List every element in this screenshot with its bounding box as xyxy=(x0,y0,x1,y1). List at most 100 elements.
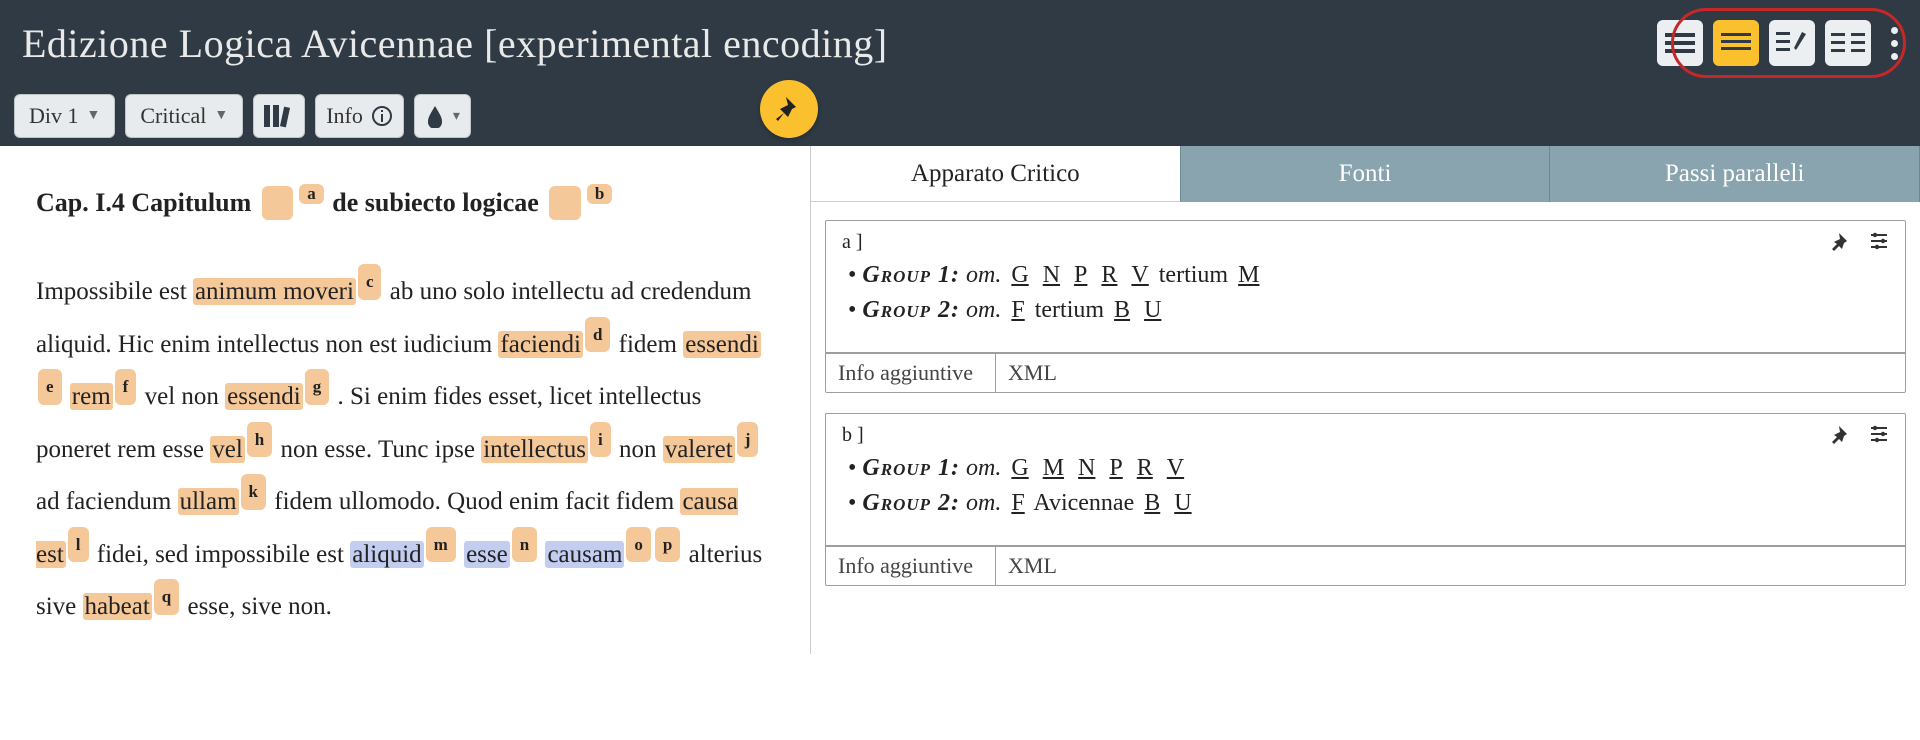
lemma[interactable]: ullam xyxy=(178,488,239,515)
edition-select[interactable]: Critical▼ xyxy=(125,94,243,138)
lemma[interactable]: essendi xyxy=(683,331,761,358)
entry-footer: Info aggiuntiveXML xyxy=(826,352,1905,392)
color-toggle-button[interactable]: ▾ xyxy=(414,94,471,138)
books-icon xyxy=(264,103,294,129)
app-header: Edizione Logica Avicennae [experimental … xyxy=(0,0,1920,86)
witness-link[interactable]: V xyxy=(1131,262,1148,288)
witness-link[interactable]: N xyxy=(1043,262,1060,288)
apparatus-list: a ]• Group 1: om. G N P R V tertium M• G… xyxy=(811,202,1920,654)
lemma[interactable]: animum moveri xyxy=(193,278,356,305)
xml-button[interactable]: XML xyxy=(996,354,1905,392)
note-marker-b[interactable]: b xyxy=(587,184,612,204)
witness-link[interactable]: G xyxy=(1011,262,1028,288)
note-marker[interactable]: o xyxy=(626,527,651,563)
apparatus-entry: b ] • Group 1: om. G M N P R V • Group 2: … xyxy=(825,413,1906,586)
witness-link[interactable]: B xyxy=(1144,490,1160,516)
witness-link[interactable]: B xyxy=(1114,297,1130,323)
lemma[interactable]: esse xyxy=(464,541,510,568)
note-marker[interactable]: d xyxy=(585,317,610,353)
text-toolbar: Div 1▼ Critical▼ Info ▾ xyxy=(0,86,1920,146)
witness-link[interactable]: U xyxy=(1144,297,1161,323)
witness-link[interactable]: F xyxy=(1011,490,1024,516)
lemma-marker[interactable] xyxy=(549,186,581,220)
note-marker-a[interactable]: a xyxy=(299,184,324,204)
note-marker[interactable]: c xyxy=(358,264,382,300)
entry-footer: Info aggiuntiveXML xyxy=(826,545,1905,585)
pin-icon[interactable] xyxy=(1831,231,1851,251)
apparatus-tabs: Apparato Critico Fonti Passi paralleli xyxy=(811,146,1920,202)
note-marker[interactable]: m xyxy=(426,527,456,563)
settings-icon[interactable] xyxy=(1869,424,1889,444)
tab-sources[interactable]: Fonti xyxy=(1181,146,1551,202)
info-button[interactable]: Info aggiuntive xyxy=(826,547,996,585)
note-marker[interactable]: h xyxy=(247,422,272,458)
more-menu-icon[interactable] xyxy=(1891,27,1898,60)
info-button[interactable]: Info aggiuntive xyxy=(826,354,996,392)
variant-group: • Group 1: om. G M N P R V xyxy=(848,455,1883,482)
pin-icon[interactable] xyxy=(1831,424,1851,444)
witness-link[interactable]: V xyxy=(1167,455,1184,481)
lemma[interactable]: essendi xyxy=(225,383,303,410)
note-marker[interactable]: f xyxy=(115,369,137,405)
pin-icon xyxy=(774,94,804,124)
variant-group: • Group 2: om. F tertium B U xyxy=(848,297,1883,324)
note-marker[interactable]: n xyxy=(512,527,537,563)
variant-group: • Group 1: om. G N P R V tertium M xyxy=(848,262,1883,289)
main-split: Cap. I.4 Capitulum a de subiecto logicae… xyxy=(0,146,1920,654)
witness-link[interactable]: P xyxy=(1109,455,1122,481)
witness-link[interactable]: G xyxy=(1011,455,1028,481)
lemma[interactable]: aliquid xyxy=(350,541,423,568)
tab-parallels[interactable]: Passi paralleli xyxy=(1550,146,1920,202)
pin-badge[interactable] xyxy=(760,80,818,138)
note-marker[interactable]: p xyxy=(655,527,680,563)
note-marker[interactable]: l xyxy=(68,527,89,563)
xml-button[interactable]: XML xyxy=(996,547,1905,585)
lemma[interactable]: causam xyxy=(545,541,624,568)
view-split-icon[interactable] xyxy=(1825,20,1871,66)
note-marker[interactable]: g xyxy=(305,369,330,405)
chapter-heading: Cap. I.4 Capitulum a de subiecto logicae… xyxy=(36,186,770,220)
edition-text: Impossibile est animum moveric ab uno so… xyxy=(36,266,770,634)
droplet-icon xyxy=(425,104,445,128)
witness-link[interactable]: R xyxy=(1137,455,1153,481)
chevron-down-icon: ▾ xyxy=(453,108,460,125)
witness-link[interactable]: M xyxy=(1043,455,1064,481)
note-marker[interactable]: k xyxy=(241,474,266,510)
lemma[interactable]: faciendi xyxy=(498,331,583,358)
lemma-marker[interactable] xyxy=(262,186,294,220)
witnesses-button[interactable] xyxy=(253,94,305,138)
lemma[interactable]: vel xyxy=(210,436,245,463)
note-marker[interactable]: i xyxy=(590,422,611,458)
apparatus-entry: a ]• Group 1: om. G N P R V tertium M• G… xyxy=(825,220,1906,393)
witness-link[interactable]: N xyxy=(1078,455,1095,481)
witness-link[interactable]: F xyxy=(1011,297,1024,323)
witness-link[interactable]: R xyxy=(1101,262,1117,288)
chevron-down-icon: ▼ xyxy=(87,108,101,124)
note-marker[interactable]: q xyxy=(154,579,179,615)
note-marker[interactable]: e xyxy=(38,369,62,405)
tab-apparatus[interactable]: Apparato Critico xyxy=(811,146,1181,202)
view-list-icon[interactable] xyxy=(1657,20,1703,66)
info-circle-icon xyxy=(371,105,393,127)
settings-icon[interactable] xyxy=(1869,231,1889,251)
chapter-ref: Cap. I.4 Capitulum xyxy=(36,188,251,217)
lemma[interactable]: rem xyxy=(70,383,113,410)
note-marker[interactable]: j xyxy=(737,422,759,458)
lemma[interactable]: valeret xyxy=(663,436,735,463)
lemma[interactable]: intellectus xyxy=(481,436,588,463)
app-title: Edizione Logica Avicennae [experimental … xyxy=(22,20,888,67)
witness-link[interactable]: M xyxy=(1238,262,1259,288)
witness-link[interactable]: P xyxy=(1074,262,1087,288)
view-text-icon[interactable] xyxy=(1713,20,1759,66)
lemma[interactable]: habeat xyxy=(83,593,152,620)
entry-siglum: b ] xyxy=(842,424,864,447)
view-mode-buttons xyxy=(1657,20,1898,66)
variant-group: • Group 2: om. F Avicennae B U xyxy=(848,490,1883,517)
chevron-down-icon: ▼ xyxy=(214,108,228,124)
witness-link[interactable]: U xyxy=(1174,490,1191,516)
view-edit-icon[interactable] xyxy=(1769,20,1815,66)
text-pane: Cap. I.4 Capitulum a de subiecto logicae… xyxy=(0,146,810,654)
info-button[interactable]: Info xyxy=(315,94,404,138)
division-select[interactable]: Div 1▼ xyxy=(14,94,115,138)
chapter-title: de subiecto logicae xyxy=(332,188,539,217)
